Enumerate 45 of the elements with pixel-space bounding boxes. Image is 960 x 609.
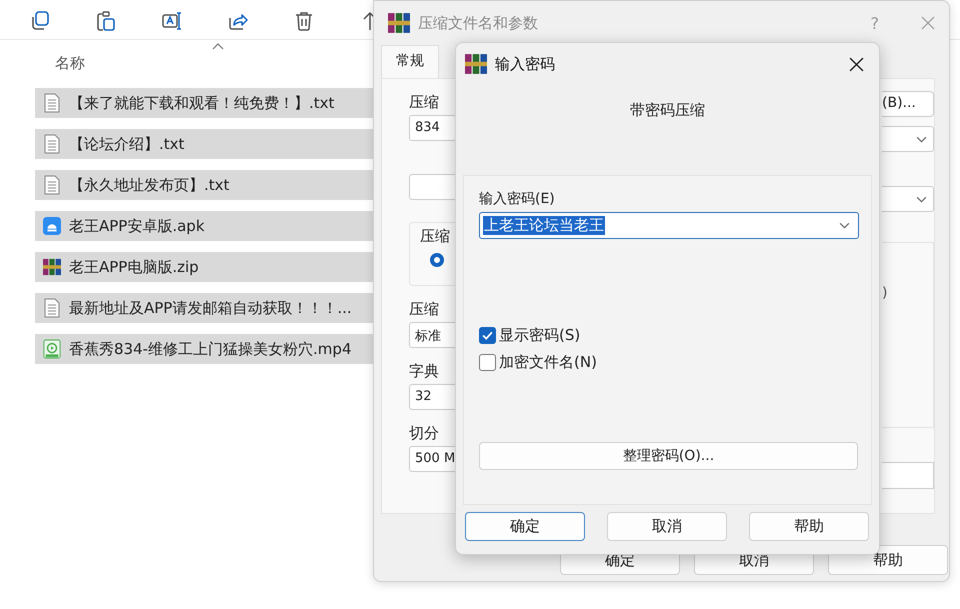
android-app-icon	[43, 216, 61, 236]
radio-button[interactable]	[430, 253, 444, 267]
chevron-icon	[916, 136, 927, 142]
text-file-icon	[43, 298, 61, 318]
field-label: 切分	[409, 424, 440, 444]
tab[interactable]: 常规	[381, 45, 439, 78]
input-field[interactable]: 500 M	[409, 446, 457, 472]
delete-icon[interactable]	[293, 10, 315, 32]
checkbox[interactable]	[479, 327, 496, 344]
input-field[interactable]: 32	[409, 384, 457, 410]
archive-books-icon	[388, 12, 410, 34]
rename-icon[interactable]	[161, 10, 183, 32]
paste-icon[interactable]	[95, 10, 117, 32]
input-field[interactable]: 834	[409, 115, 457, 141]
dialog-button[interactable]: 取消	[607, 512, 727, 541]
password-field[interactable]: 上老王论坛当老王	[479, 212, 859, 239]
text-file-icon	[43, 93, 61, 113]
dialog-heading: 带密码压缩	[630, 101, 705, 119]
organize-passwords-button[interactable]: 整理密码(O)...	[479, 442, 858, 470]
close-icon[interactable]	[849, 56, 864, 72]
field-label: 输入密码(E)	[479, 190, 555, 208]
input-field[interactable]: 标准	[409, 322, 457, 348]
field-label: 字典	[409, 362, 440, 382]
dialog-button[interactable]: 帮助	[749, 512, 869, 541]
window-title: 压缩文件名和参数	[418, 14, 539, 32]
checkbox[interactable]	[479, 354, 496, 371]
chevron-icon	[916, 196, 927, 202]
dialog-title: 输入密码	[495, 54, 556, 74]
browse-button[interactable]: (B)...	[882, 91, 934, 117]
chevron-icon	[839, 222, 850, 229]
sort-caret-icon	[212, 43, 224, 50]
dialog-button[interactable]: 确定	[465, 512, 585, 541]
option-label: )	[882, 285, 888, 301]
video-file-icon	[43, 339, 61, 359]
copy-icon[interactable]	[29, 10, 51, 32]
archive-books-icon	[465, 53, 487, 75]
checkbox-label: 显示密码(S)	[499, 326, 580, 345]
checkbox-label: 加密文件名(N)	[499, 353, 597, 372]
blank-field[interactable]	[882, 462, 934, 489]
text-file-icon	[43, 134, 61, 154]
column-header[interactable]: 名称	[35, 40, 95, 88]
group-label: 压缩	[420, 227, 451, 246]
blank-field[interactable]	[409, 174, 457, 200]
archive-books-icon	[43, 257, 61, 277]
text-file-icon	[43, 175, 61, 195]
